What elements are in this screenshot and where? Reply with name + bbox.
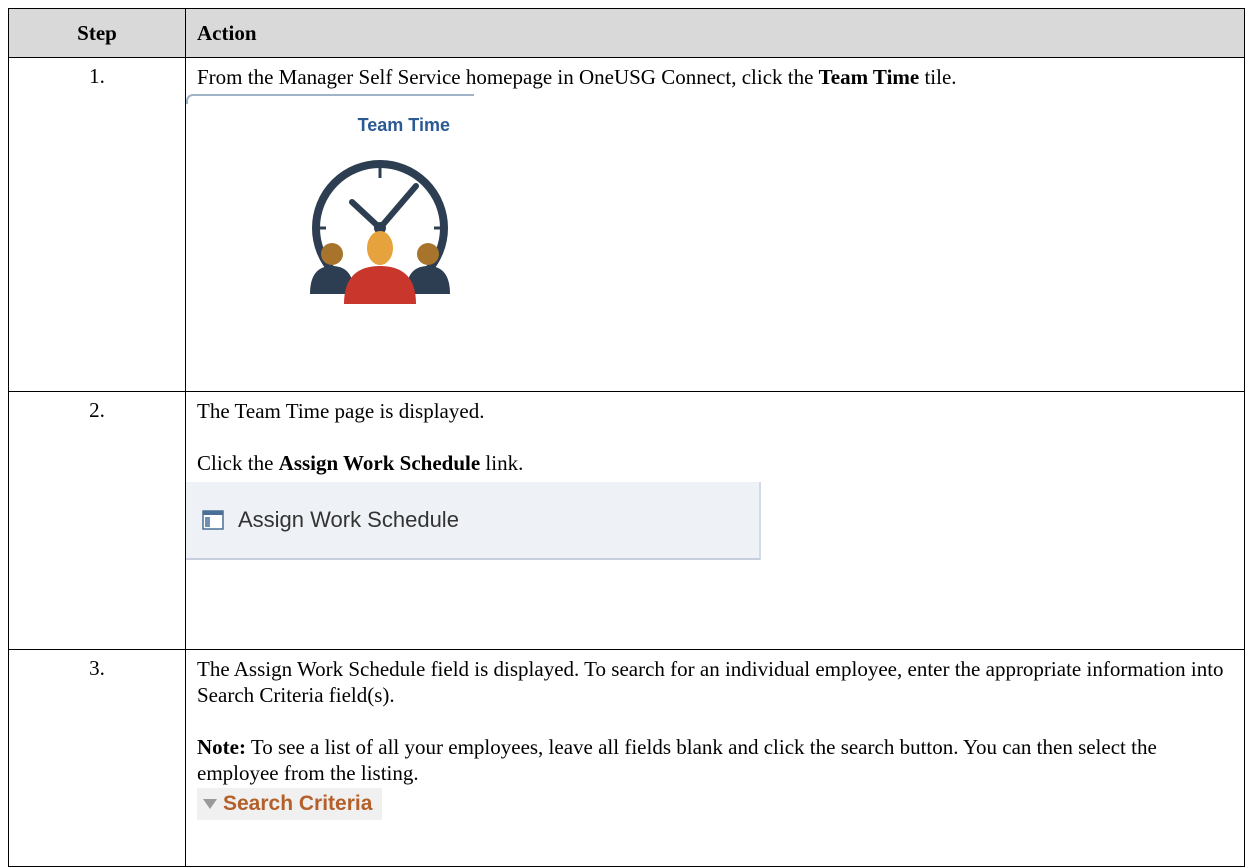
action-cell: The Team Time page is displayed. Click t… (185, 391, 1245, 650)
note-text: Note: To see a list of all your employee… (197, 735, 1157, 785)
action-header: Action (185, 8, 1245, 58)
collapse-triangle-icon (203, 799, 217, 809)
instruction-text: From the Manager Self Service homepage i… (197, 65, 957, 89)
schedule-page-icon (202, 509, 224, 531)
action-cell: The Assign Work Schedule field is displa… (185, 649, 1245, 867)
steps-table: Step Action 1. From the Manager Self Ser… (8, 8, 1245, 867)
tile-title: Team Time (357, 115, 450, 135)
team-time-tile[interactable]: Team Time (186, 94, 474, 324)
instruction-text: Click the Assign Work Schedule link. (197, 451, 524, 475)
instruction-text: The Team Time page is displayed. (197, 399, 485, 423)
action-cell: From the Manager Self Service homepage i… (185, 57, 1245, 392)
search-criteria-label: Search Criteria (223, 792, 373, 815)
instruction-text: The Assign Work Schedule field is displa… (197, 657, 1224, 707)
search-criteria-toggle[interactable]: Search Criteria (197, 788, 383, 820)
step-number: 3. (8, 649, 186, 867)
step-header: Step (8, 8, 186, 58)
assign-work-schedule-link[interactable]: Assign Work Schedule (186, 482, 761, 560)
link-label: Assign Work Schedule (238, 507, 459, 532)
step-number: 2. (8, 391, 186, 650)
header-row: Step Action (8, 8, 1245, 58)
table-row: 3. The Assign Work Schedule field is dis… (8, 649, 1245, 867)
table-row: 1. From the Manager Self Service homepag… (8, 57, 1245, 392)
step-number: 1. (8, 57, 186, 392)
table-row: 2. The Team Time page is displayed. Clic… (8, 391, 1245, 650)
clock-team-icon (310, 160, 450, 304)
